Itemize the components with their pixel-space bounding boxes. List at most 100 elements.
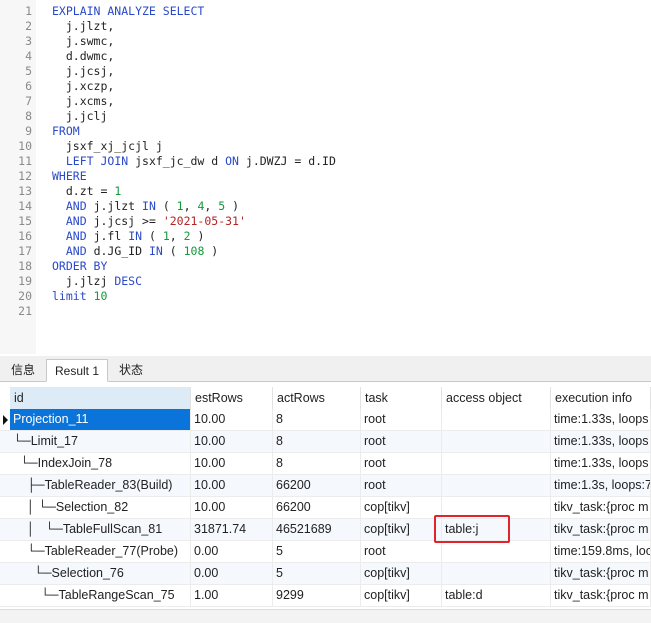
table-cell[interactable]: 10.00 — [191, 497, 273, 518]
table-cell[interactable]: tikv_task:{proc m — [551, 497, 651, 518]
line-number: 4 — [25, 49, 32, 63]
table-cell[interactable]: root — [361, 431, 442, 452]
table-row[interactable]: └─TableRangeScan_75 1.00 9299 cop[tikv] tabl… — [0, 585, 651, 607]
column-header[interactable]: estRows — [191, 387, 273, 409]
tab-status[interactable]: 状态 — [110, 359, 152, 382]
table-cell[interactable]: 46521689 — [273, 519, 361, 540]
table-row[interactable]: └─IndexJoin_78 10.00 8 root time:1.33s, loop… — [0, 453, 651, 475]
table-cell[interactable]: cop[tikv] — [361, 563, 442, 584]
table-cell[interactable]: └─Selection_76 — [10, 563, 191, 584]
table-row[interactable]: Projection_11 10.00 8 root time:1.33s, loops — [0, 409, 651, 431]
column-header[interactable]: access object — [442, 387, 551, 409]
tab-result-1[interactable]: Result 1 — [46, 359, 108, 382]
code-line[interactable]: 21 — [0, 304, 651, 319]
table-cell[interactable]: 9299 — [273, 585, 361, 606]
code-token: jsxf_jc_dw d — [128, 154, 226, 168]
code-token: 1 — [114, 184, 122, 198]
table-cell[interactable]: root — [361, 453, 442, 474]
table-cell[interactable]: 8 — [273, 431, 361, 452]
code-line[interactable]: 17 AND d.JG_ID IN ( 108 ) — [0, 244, 651, 259]
table-cell[interactable] — [442, 409, 551, 430]
table-cell[interactable]: 8 — [273, 409, 361, 430]
table-cell[interactable]: table:d — [442, 585, 551, 606]
table-cell[interactable]: tikv_task:{proc m — [551, 519, 651, 540]
code-line[interactable]: 9 FROM — [0, 124, 651, 139]
code-line[interactable]: 3 j.swmc, — [0, 34, 651, 49]
table-cell[interactable]: 66200 — [273, 475, 361, 496]
sql-editor[interactable]: 1 EXPLAIN ANALYZE SELECT 2 j.jlzt, 3 j.swmc… — [0, 0, 651, 354]
table-cell[interactable]: 10.00 — [191, 431, 273, 452]
table-cell[interactable] — [442, 541, 551, 562]
table-cell[interactable]: time:159.8ms, loo — [551, 541, 651, 562]
code-line[interactable]: 10 jsxf_xj_jcjl j — [0, 139, 651, 154]
table-cell[interactable]: 8 — [273, 453, 361, 474]
code-line[interactable]: 20 limit 10 — [0, 289, 651, 304]
table-cell[interactable]: time:1.33s, loops — [551, 453, 651, 474]
table-cell[interactable]: time:1.33s, loops — [551, 431, 651, 452]
table-cell[interactable]: 0.00 — [191, 563, 273, 584]
table-cell[interactable]: root — [361, 475, 442, 496]
code-line[interactable]: 12 WHERE — [0, 169, 651, 184]
code-line[interactable]: 6 j.xczp, — [0, 79, 651, 94]
table-cell[interactable]: time:1.33s, loops — [551, 409, 651, 430]
code-line[interactable]: 11 LEFT JOIN jsxf_jc_dw d ON j.DWZJ = d.… — [0, 154, 651, 169]
code-token: jsxf_xj_jcjl j — [52, 139, 163, 153]
table-cell[interactable] — [442, 563, 551, 584]
table-cell[interactable]: 31871.74 — [191, 519, 273, 540]
line-number: 10 — [18, 139, 32, 153]
table-cell[interactable]: └─TableReader_77(Probe) — [10, 541, 191, 562]
table-cell[interactable]: tikv_task:{proc m — [551, 563, 651, 584]
column-header[interactable]: id — [10, 387, 191, 409]
table-cell[interactable]: └─TableRangeScan_75 — [10, 585, 191, 606]
column-header[interactable]: actRows — [273, 387, 361, 409]
tab-info[interactable]: 信息 — [2, 359, 44, 382]
table-cell[interactable]: │ └─Selection_82 — [10, 497, 191, 518]
table-row[interactable]: └─Selection_76 0.00 5 cop[tikv] tikv_task:{p… — [0, 563, 651, 585]
table-row[interactable]: │ └─Selection_82 10.00 66200 cop[tikv] tikv_… — [0, 497, 651, 519]
code-line[interactable]: 13 d.zt = 1 — [0, 184, 651, 199]
table-cell[interactable]: └─Limit_17 — [10, 431, 191, 452]
table-cell[interactable]: cop[tikv] — [361, 585, 442, 606]
table-cell[interactable]: ├─TableReader_83(Build) — [10, 475, 191, 496]
code-line[interactable]: 15 AND j.jcsj >= '2021-05-31' — [0, 214, 651, 229]
table-cell[interactable]: cop[tikv] — [361, 497, 442, 518]
code-line[interactable]: 1 EXPLAIN ANALYZE SELECT — [0, 4, 651, 19]
code-line[interactable]: 16 AND j.fl IN ( 1, 2 ) — [0, 229, 651, 244]
table-row[interactable]: │ └─TableFullScan_81 31871.74 46521689 cop[… — [0, 519, 651, 541]
table-cell[interactable]: 10.00 — [191, 453, 273, 474]
table-cell[interactable] — [442, 475, 551, 496]
code-line[interactable]: 8 j.jclj — [0, 109, 651, 124]
table-cell[interactable]: time:1.3s, loops:7 — [551, 475, 651, 496]
line-number: 21 — [18, 304, 32, 318]
code-line[interactable]: 18 ORDER BY — [0, 259, 651, 274]
table-cell[interactable]: Projection_11 — [10, 409, 191, 430]
table-row[interactable]: └─Limit_17 10.00 8 root time:1.33s, loops — [0, 431, 651, 453]
table-row[interactable]: ├─TableReader_83(Build) 10.00 66200 root tim… — [0, 475, 651, 497]
table-cell[interactable]: root — [361, 409, 442, 430]
table-cell[interactable]: 10.00 — [191, 409, 273, 430]
column-header[interactable]: task — [361, 387, 442, 409]
table-cell[interactable] — [442, 431, 551, 452]
table-cell[interactable]: 5 — [273, 541, 361, 562]
table-cell[interactable]: │ └─TableFullScan_81 — [10, 519, 191, 540]
table-cell[interactable]: └─IndexJoin_78 — [10, 453, 191, 474]
result-grid[interactable]: id estRows actRows task access object executi… — [0, 387, 651, 609]
table-cell[interactable]: 10.00 — [191, 475, 273, 496]
table-cell[interactable]: root — [361, 541, 442, 562]
table-cell[interactable] — [442, 453, 551, 474]
code-line[interactable]: 2 j.jlzt, — [0, 19, 651, 34]
table-row[interactable]: └─TableReader_77(Probe) 0.00 5 root time:159… — [0, 541, 651, 563]
table-cell[interactable]: 0.00 — [191, 541, 273, 562]
table-cell[interactable]: 1.00 — [191, 585, 273, 606]
code-line[interactable]: 19 j.jlzj DESC — [0, 274, 651, 289]
column-header[interactable]: execution info — [551, 387, 651, 409]
table-cell[interactable]: cop[tikv] — [361, 519, 442, 540]
code-line[interactable]: 14 AND j.jlzt IN ( 1, 4, 5 ) — [0, 199, 651, 214]
code-line[interactable]: 7 j.xcms, — [0, 94, 651, 109]
table-cell[interactable]: tikv_task:{proc m — [551, 585, 651, 606]
code-line[interactable]: 4 d.dwmc, — [0, 49, 651, 64]
code-line[interactable]: 5 j.jcsj, — [0, 64, 651, 79]
table-cell[interactable]: 66200 — [273, 497, 361, 518]
table-cell[interactable]: 5 — [273, 563, 361, 584]
